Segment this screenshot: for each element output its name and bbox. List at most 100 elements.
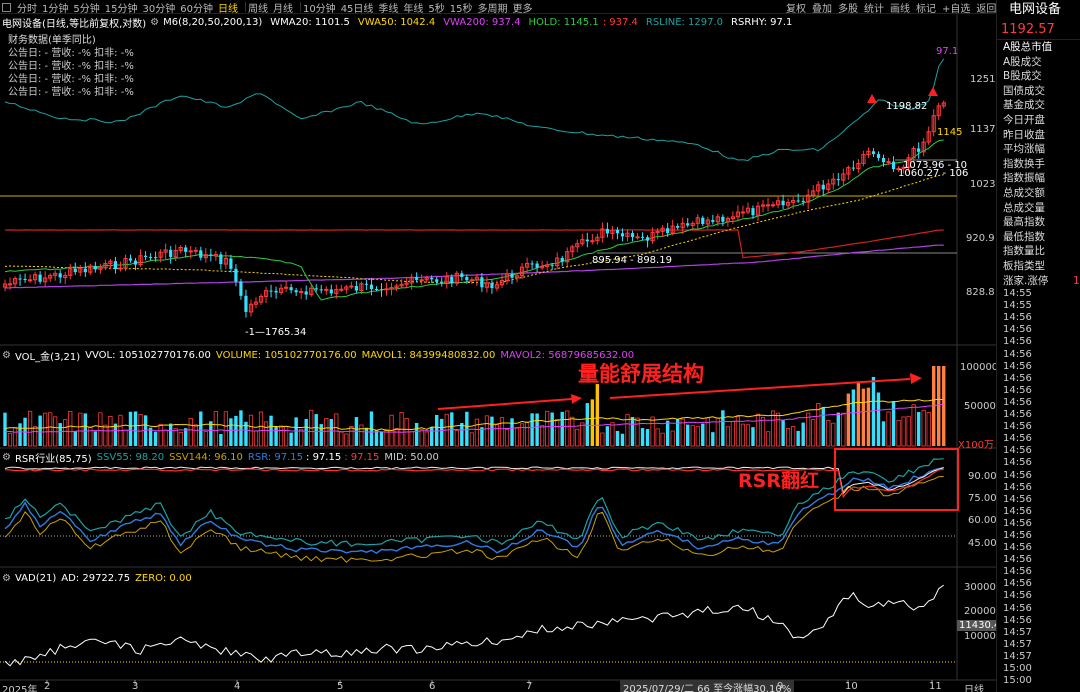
tick-time: 14:56 <box>1003 360 1032 372</box>
volume-bar <box>545 410 550 447</box>
candle-body <box>590 240 595 243</box>
settings-icon[interactable]: ⚙ <box>2 350 11 361</box>
volume-bar <box>284 426 289 447</box>
volume-bar <box>791 426 796 447</box>
candle-body <box>23 278 27 281</box>
volume-bar <box>610 422 615 447</box>
volume-bar <box>299 428 304 447</box>
volume-bar <box>234 415 238 446</box>
volume-bar <box>665 420 670 446</box>
volume-bar <box>460 422 464 446</box>
candle-body <box>550 264 554 266</box>
candle-body <box>711 219 715 222</box>
candle-body <box>274 290 278 293</box>
volume-bar <box>721 410 725 446</box>
volume-bar <box>469 432 474 447</box>
volume-bar <box>153 431 158 446</box>
volume-bar <box>891 401 896 446</box>
candle-body <box>881 157 886 163</box>
volume-bar <box>906 415 911 447</box>
quote-item-label: A股总市值 <box>1003 41 1053 53</box>
quote-item-label: 板指类型 <box>1003 259 1045 272</box>
volume-bar <box>199 411 203 446</box>
y-label: 1251 <box>970 74 996 85</box>
candle-body <box>740 211 746 214</box>
candle-body <box>876 154 881 158</box>
volume-bar <box>585 403 590 446</box>
volume-bar <box>494 424 500 447</box>
rsr-name: RSR行业(85,75) <box>14 453 92 465</box>
quote-item-label: 总成交额 <box>1003 186 1045 199</box>
volume-bar <box>640 428 645 446</box>
quote-item: 指数量比 <box>997 244 1080 259</box>
candle-body <box>781 200 785 206</box>
candle-body <box>349 285 354 288</box>
volume-bar <box>921 409 926 447</box>
rsr-label: RSR: 97.15 <box>247 451 304 463</box>
rsr-annotation: RSR翻红 <box>738 470 819 492</box>
volume-bar <box>188 417 193 447</box>
volume-bar <box>811 419 816 447</box>
volume-bar <box>660 432 665 447</box>
tick-time: 14:56 <box>1003 372 1032 384</box>
rsr-label-3: : 97.15 <box>344 451 380 463</box>
candle-body <box>460 273 464 277</box>
volume-bar <box>78 412 83 447</box>
vad-y-label: 30000 <box>964 582 996 593</box>
candle-body <box>199 250 203 258</box>
volume-bar <box>314 414 318 446</box>
volume-bar <box>424 431 429 447</box>
settings-icon[interactable]: ⚙ <box>2 573 11 584</box>
candle-body <box>369 284 374 289</box>
volume-bar <box>916 412 921 446</box>
x-status: 2025/07/29/二 66 至今涨幅30.10% <box>620 680 795 692</box>
candle-body <box>917 148 921 152</box>
quote-item-label: 涨家.涨停 <box>1003 274 1049 287</box>
quote-item: 昨日收盘 <box>997 128 1080 143</box>
volume-bar <box>465 411 469 446</box>
candle-body <box>435 279 439 282</box>
candle-body <box>605 228 609 234</box>
x-label: 6 <box>429 681 436 692</box>
x-label: 7 <box>526 681 533 692</box>
volume-bar <box>163 429 168 447</box>
volume-bar <box>480 427 484 446</box>
candle-body <box>329 289 333 294</box>
arrow-head-icon <box>571 394 582 404</box>
volume-bar <box>530 413 534 446</box>
candle-body <box>184 247 188 252</box>
up-marker-icon <box>867 94 877 103</box>
settings-icon[interactable]: ⚙ <box>2 452 11 463</box>
candle-body <box>269 290 273 292</box>
vol-header: ⚙ VOL_金(3,21) VVOL: 105102770176.00 VOLU… <box>2 348 952 363</box>
candle-body <box>289 287 293 291</box>
tick-time: 14:56 <box>1003 542 1032 554</box>
candle-body <box>364 283 369 285</box>
volume-bar <box>781 420 785 446</box>
volume-bar <box>239 410 243 446</box>
candle-body <box>635 236 640 239</box>
volume-bar <box>435 414 439 446</box>
volume-bar <box>499 417 505 447</box>
volume-bar <box>158 423 163 447</box>
rs-top-label: 97.1 <box>936 46 959 57</box>
volume-bar <box>289 432 293 446</box>
volume-bar <box>555 419 560 447</box>
candle-body <box>836 179 840 181</box>
volume-bar <box>670 430 675 447</box>
volume-bar <box>209 421 213 446</box>
volume-bar <box>93 431 98 446</box>
x-label: 4 <box>234 681 241 692</box>
rsr-y-label: 90.00 <box>968 471 997 482</box>
volume-bar <box>223 411 228 447</box>
vol-arrow-left <box>437 398 573 410</box>
volume-bar <box>133 411 138 446</box>
xaxis-ticks <box>46 680 933 684</box>
volume-bar <box>580 422 585 447</box>
volume-bar <box>851 389 856 446</box>
rsr-y-label: 75.00 <box>968 493 997 504</box>
volume-bar <box>33 426 38 447</box>
candle-body <box>219 254 223 265</box>
tick-time: 14:56 <box>1003 336 1032 348</box>
quote-item: 国债成交 <box>997 84 1080 99</box>
